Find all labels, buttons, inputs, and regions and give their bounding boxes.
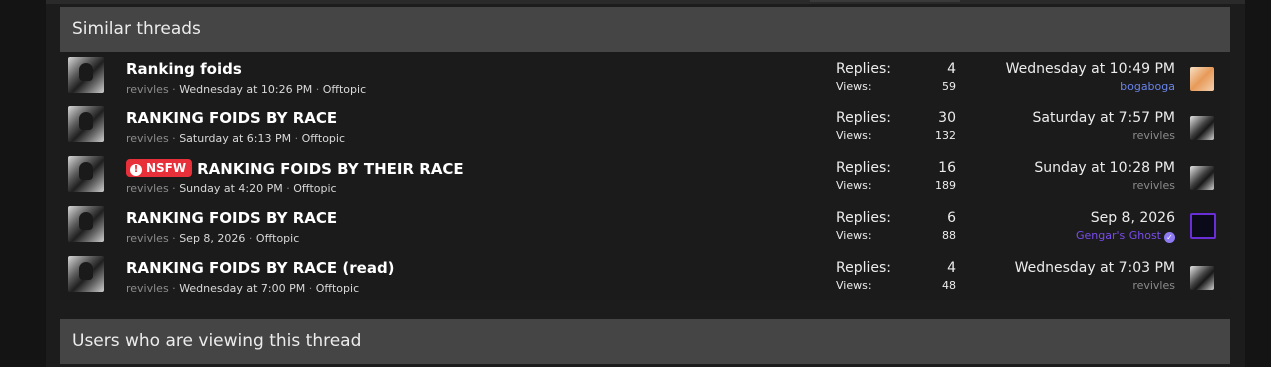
views-label: Views: (836, 129, 872, 142)
nsfw-badge: ! NSFW (126, 159, 193, 177)
author-avatar[interactable] (68, 106, 104, 142)
last-post-date[interactable]: Saturday at 7:57 PM (1033, 110, 1175, 129)
replies-label: Replies: (836, 210, 892, 226)
author-avatar[interactable] (68, 256, 104, 292)
last-post-user[interactable]: revivles (1033, 129, 1175, 142)
thread-stats: Replies: 4 Views: 48 (836, 260, 956, 298)
thread-title[interactable]: RANKING FOIDS BY RACE (read) (126, 259, 395, 277)
last-poster-avatar[interactable] (1190, 166, 1214, 190)
replies-count: 30 (938, 110, 956, 126)
last-post-user-name[interactable]: Gengar's Ghost (1076, 229, 1161, 242)
thread-forum[interactable]: Offtopic (316, 282, 359, 295)
thread-title-text[interactable]: RANKING FOIDS BY THEIR RACE (197, 160, 464, 178)
thread-title[interactable]: RANKING FOIDS BY RACE (126, 109, 337, 127)
author-avatar[interactable] (68, 156, 104, 192)
replies-count: 16 (938, 160, 956, 176)
views-label: Views: (836, 80, 872, 93)
thread-meta: revivles · Saturday at 6:13 PM · Offtopi… (126, 132, 346, 145)
thread-title-text[interactable]: RANKING FOIDS BY RACE (126, 109, 337, 127)
thread-date[interactable]: Sunday at 4:20 PM (179, 182, 283, 195)
replies-label: Replies: (836, 160, 892, 176)
views-count: 48 (942, 279, 956, 292)
thread-author[interactable]: revivles (126, 132, 169, 145)
thread-date[interactable]: Wednesday at 7:00 PM (179, 282, 305, 295)
thread-date[interactable]: Saturday at 6:13 PM (179, 132, 291, 145)
thread-date[interactable]: Sep 8, 2026 (179, 232, 245, 245)
last-post: Wednesday at 7:03 PM revivles (1015, 260, 1175, 292)
thread-stats: Replies: 16 Views: 189 (836, 160, 956, 198)
views-label: Views: (836, 279, 872, 292)
last-poster-avatar[interactable] (1190, 116, 1214, 140)
thread-row: RANKING FOIDS BY RACE revivles · Sep 8, … (60, 201, 1230, 250)
thread-forum[interactable]: Offtopic (323, 83, 366, 96)
thread-forum[interactable]: Offtopic (302, 132, 345, 145)
last-post-date[interactable]: Sep 8, 2026 (1076, 210, 1175, 229)
thread-title[interactable]: Ranking foids (126, 60, 242, 78)
top-border (46, 0, 1245, 4)
thread-title[interactable]: ! NSFW RANKING FOIDS BY THEIR RACE (126, 159, 464, 178)
last-post: Saturday at 7:57 PM revivles (1033, 110, 1175, 142)
thread-forum[interactable]: Offtopic (293, 182, 336, 195)
views-count: 59 (942, 80, 956, 93)
thread-row: RANKING FOIDS BY RACE (read) revivles · … (60, 251, 1230, 300)
author-avatar[interactable] (68, 57, 104, 93)
top-input-edge (810, 0, 960, 2)
last-post: Wednesday at 10:49 PM bogaboga (1006, 61, 1175, 93)
thread-meta: revivles · Wednesday at 7:00 PM · Offtop… (126, 282, 360, 295)
views-label: Views: (836, 229, 872, 242)
replies-count: 4 (947, 260, 956, 276)
thread-date[interactable]: Wednesday at 10:26 PM (179, 83, 312, 96)
last-poster-avatar[interactable] (1190, 213, 1216, 239)
replies-count: 6 (947, 210, 956, 226)
author-avatar[interactable] (68, 206, 104, 242)
last-poster-avatar[interactable] (1190, 266, 1214, 290)
replies-label: Replies: (836, 61, 892, 77)
similar-threads-list: Ranking foids revivles · Wednesday at 10… (60, 52, 1230, 300)
views-count: 88 (942, 229, 956, 242)
thread-row: Ranking foids revivles · Wednesday at 10… (60, 52, 1230, 101)
thread-author[interactable]: revivles (126, 282, 169, 295)
similar-threads-header: Similar threads (60, 7, 1230, 52)
thread-stats: Replies: 4 Views: 59 (836, 61, 956, 99)
check-badge-icon: ✓ (1164, 232, 1175, 243)
exclamation-circle-icon: ! (130, 164, 142, 176)
last-post-user[interactable]: revivles (1034, 179, 1175, 192)
thread-author[interactable]: revivles (126, 232, 169, 245)
last-poster-avatar[interactable] (1190, 67, 1214, 91)
users-viewing-header: Users who are viewing this thread (60, 319, 1230, 364)
replies-count: 4 (947, 61, 956, 77)
last-post-user[interactable]: Gengar's Ghost ✓ (1076, 229, 1175, 243)
thread-stats: Replies: 6 Views: 88 (836, 210, 956, 248)
last-post-user[interactable]: revivles (1015, 279, 1175, 292)
thread-stats: Replies: 30 Views: 132 (836, 110, 956, 148)
last-post: Sunday at 10:28 PM revivles (1034, 160, 1175, 192)
replies-label: Replies: (836, 260, 892, 276)
thread-title-text[interactable]: RANKING FOIDS BY RACE (126, 209, 337, 227)
thread-title-text[interactable]: RANKING FOIDS BY RACE (read) (126, 259, 395, 277)
thread-forum[interactable]: Offtopic (256, 232, 299, 245)
thread-meta: revivles · Sep 8, 2026 · Offtopic (126, 232, 300, 245)
last-post-date[interactable]: Sunday at 10:28 PM (1034, 160, 1175, 179)
last-post-user[interactable]: bogaboga (1006, 80, 1175, 93)
thread-row: RANKING FOIDS BY RACE revivles · Saturda… (60, 101, 1230, 150)
thread-meta: revivles · Wednesday at 10:26 PM · Offto… (126, 83, 367, 96)
replies-label: Replies: (836, 110, 892, 126)
thread-row: ! NSFW RANKING FOIDS BY THEIR RACE revivle… (60, 151, 1230, 200)
nsfw-label: NSFW (146, 161, 187, 175)
last-post-date[interactable]: Wednesday at 7:03 PM (1015, 260, 1175, 279)
views-count: 189 (935, 179, 956, 192)
thread-author[interactable]: revivles (126, 182, 169, 195)
thread-title[interactable]: RANKING FOIDS BY RACE (126, 209, 337, 227)
views-count: 132 (935, 129, 956, 142)
views-label: Views: (836, 179, 872, 192)
thread-author[interactable]: revivles (126, 83, 169, 96)
thread-title-text[interactable]: Ranking foids (126, 60, 242, 78)
last-post-date[interactable]: Wednesday at 10:49 PM (1006, 61, 1175, 80)
last-post: Sep 8, 2026 Gengar's Ghost ✓ (1076, 210, 1175, 243)
thread-meta: revivles · Sunday at 4:20 PM · Offtopic (126, 182, 337, 195)
